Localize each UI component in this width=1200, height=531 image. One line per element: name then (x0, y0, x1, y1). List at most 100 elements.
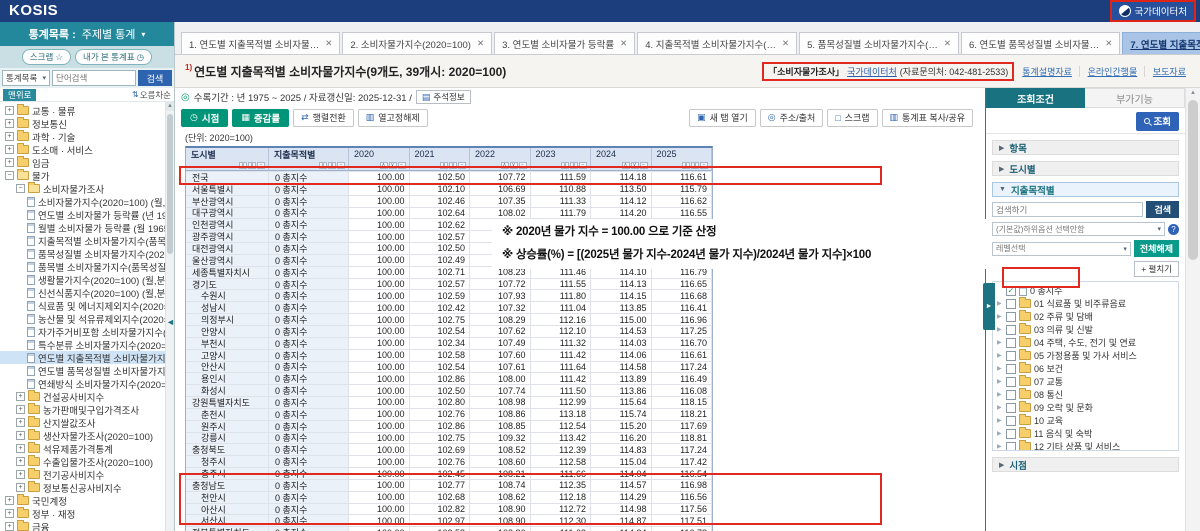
sort-icon[interactable]: ∨ (570, 162, 578, 169)
category-list-item[interactable]: ✓0 총지수 (993, 284, 1178, 297)
tree-folder[interactable]: +생산자물가조사(2020=100) (0, 429, 174, 442)
table-tab[interactable]: 5. 품목성질별 소비자물가지수(…✕ (799, 32, 959, 54)
tree-expander-icon[interactable]: + (5, 132, 14, 141)
table-tab[interactable]: 6. 연도별 품목성질별 소비자물…✕ (961, 32, 1120, 54)
clear-all-button[interactable]: 전체해제 (1134, 240, 1179, 257)
kosis-logo[interactable]: KOSIS (9, 2, 58, 19)
category-list-item[interactable]: ▶12 기타 상품 및 서비스 (993, 440, 1178, 451)
table-tab[interactable]: 4. 지출목적별 소비자물가지수(…✕ (637, 32, 797, 54)
time-button[interactable]: ◷시점 (181, 109, 228, 127)
table-tab[interactable]: 1. 연도별 지출목적별 소비자물…✕ (181, 32, 340, 54)
tree-folder[interactable]: +정부 · 재정 (0, 507, 174, 520)
help-icon[interactable]: ? (1168, 224, 1179, 235)
sort-icon[interactable]: ∨ (691, 162, 699, 169)
tree-expander-icon[interactable]: ▶ (997, 313, 1003, 320)
toolbar-button[interactable]: ▥통계표 복사/공유 (882, 109, 973, 127)
sort-icon[interactable]: ∧ (501, 162, 509, 169)
tree-leaf[interactable]: 품목별 소비자물가지수(품목성질별 (0, 260, 174, 273)
accordion-city[interactable]: ▶도시별 (992, 161, 1179, 176)
tree-folder[interactable]: +산지쌀값조사 (0, 416, 174, 429)
sort-icon[interactable]: ∧ (239, 162, 247, 169)
tree-expander-icon[interactable]: + (16, 444, 25, 453)
tree-expander-icon[interactable]: ▶ (997, 352, 1003, 359)
tree-leaf[interactable]: 연쇄방식 소비자물가지수(2020=1 (0, 377, 174, 390)
tree-expander-icon[interactable]: + (5, 522, 14, 531)
stat-list-menubar[interactable]: 통계목록 : 주제별 통계 ▾ (0, 22, 174, 46)
scrollbar-thumb[interactable] (1188, 100, 1198, 260)
scroll-up-icon[interactable]: ▲ (166, 102, 174, 111)
category-checkbox[interactable] (1006, 442, 1016, 452)
purpose-search-input[interactable] (992, 202, 1143, 217)
category-checkbox[interactable] (1006, 351, 1016, 361)
category-checkbox[interactable] (1006, 338, 1016, 348)
category-list-item[interactable]: ▶01 식료품 및 비주류음료 (993, 297, 1178, 310)
sort-icon[interactable]: ∨ (328, 162, 336, 169)
sort-icon[interactable]: ∨ (248, 162, 256, 169)
close-icon[interactable]: ✕ (944, 38, 951, 49)
tree-expander-icon[interactable]: ▶ (997, 391, 1003, 398)
gov-data-badge[interactable]: 국가데이터처 (1110, 0, 1196, 22)
panel-collapse-handle[interactable]: ► (983, 283, 995, 330)
category-checkbox[interactable] (1006, 364, 1016, 374)
category-checkbox[interactable] (1006, 429, 1016, 439)
tree-folder[interactable]: +석유제품가격통계 (0, 442, 174, 455)
category-list-item[interactable]: ▶10 교육 (993, 414, 1178, 427)
sort-icon[interactable]: ∧ (622, 162, 630, 169)
sort-icon[interactable]: ∧ (682, 162, 690, 169)
tree-expander-icon[interactable]: ▶ (997, 378, 1003, 385)
category-checkbox[interactable] (1006, 299, 1016, 309)
tree-expander-icon[interactable]: + (5, 119, 14, 128)
tree-expander-icon[interactable]: − (16, 184, 25, 193)
sort-icon[interactable]: − (458, 162, 466, 169)
category-list-item[interactable]: ▶09 오락 및 문화 (993, 401, 1178, 414)
tree-leaf[interactable]: 소비자물가지수(2020=100) (월,분 (0, 195, 174, 208)
tree-folder[interactable]: +교통 · 물류 (0, 104, 174, 117)
tree-leaf[interactable]: 지출목적별 소비자물가지수(품목포 (0, 234, 174, 247)
sort-icon[interactable]: ∨ (389, 162, 397, 169)
expand-tree-button[interactable]: + 펼치기 (1134, 261, 1179, 277)
accordion-purpose[interactable]: ▼지출목적별 (992, 182, 1179, 197)
tree-expander-icon[interactable]: ▶ (997, 339, 1003, 346)
sort-icon[interactable]: − (640, 162, 648, 169)
sort-icon[interactable]: − (398, 162, 406, 169)
tree-leaf[interactable]: 품목성질별 소비자물가지수(2020= (0, 247, 174, 260)
tree-folder[interactable]: +정보통신 (0, 117, 174, 130)
tree-folder[interactable]: +과학 · 기술 (0, 130, 174, 143)
sort-icon[interactable]: ∨ (631, 162, 639, 169)
tree-leaf[interactable]: 식료품 및 에너지제외지수(2020=1 (0, 299, 174, 312)
tree-expander-icon[interactable]: ▶ (997, 404, 1003, 411)
tree-expander-icon[interactable]: + (16, 392, 25, 401)
my-stats-button[interactable]: 내가 본 통계표◷ (75, 49, 152, 65)
search-scope-select[interactable]: 통계목록▾ (2, 70, 50, 86)
sort-icon[interactable]: ∧ (440, 162, 448, 169)
tree-folder[interactable]: +도소매 · 서비스 (0, 143, 174, 156)
category-checkbox[interactable] (1006, 403, 1016, 413)
accordion-item[interactable]: ▶항목 (992, 140, 1179, 155)
tree-folder[interactable]: +정보통신공사비지수 (0, 481, 174, 494)
category-list-item[interactable]: ▶07 교통 (993, 375, 1178, 388)
tree-expander-icon[interactable]: + (5, 106, 14, 115)
tree-expander-icon[interactable]: ▶ (997, 365, 1003, 372)
purpose-search-button[interactable]: 검색 (1146, 201, 1179, 218)
annotation-info-button[interactable]: ▤주석정보 (416, 90, 471, 104)
sort-icon[interactable]: − (337, 162, 345, 169)
close-icon[interactable]: ✕ (1105, 38, 1112, 49)
sort-icon[interactable]: ∧ (319, 162, 327, 169)
sort-icon[interactable]: ∨ (510, 162, 518, 169)
category-list-item[interactable]: ▶11 음식 및 숙박 (993, 427, 1178, 440)
category-list-item[interactable]: ▶05 가정용품 및 가사 서비스 (993, 349, 1178, 362)
tree-folder[interactable]: +건설공사비지수 (0, 390, 174, 403)
doc-link[interactable]: 온라인간행물 (1088, 65, 1138, 78)
table-tab[interactable]: 2. 소비자물가지수(2020=100)✕ (342, 32, 492, 54)
tree-leaf[interactable]: 농산물 및 석유류제외지수(2020=1 (0, 312, 174, 325)
sort-icon[interactable]: − (519, 162, 527, 169)
category-checkbox[interactable] (1006, 312, 1016, 322)
tree-expander-icon[interactable]: + (5, 496, 14, 505)
accordion-time[interactable]: ▶시점 (992, 457, 1179, 472)
tree-expander-icon[interactable]: + (16, 457, 25, 466)
tree-expander-icon[interactable]: + (5, 158, 14, 167)
tree-expander-icon[interactable]: ▶ (997, 430, 1003, 437)
category-list-item[interactable]: ▶08 통신 (993, 388, 1178, 401)
category-checkbox[interactable]: ✓ (1006, 286, 1016, 296)
table-tab[interactable]: 7. 연도별 지출목적별 소비자물…✕ (1122, 32, 1200, 54)
